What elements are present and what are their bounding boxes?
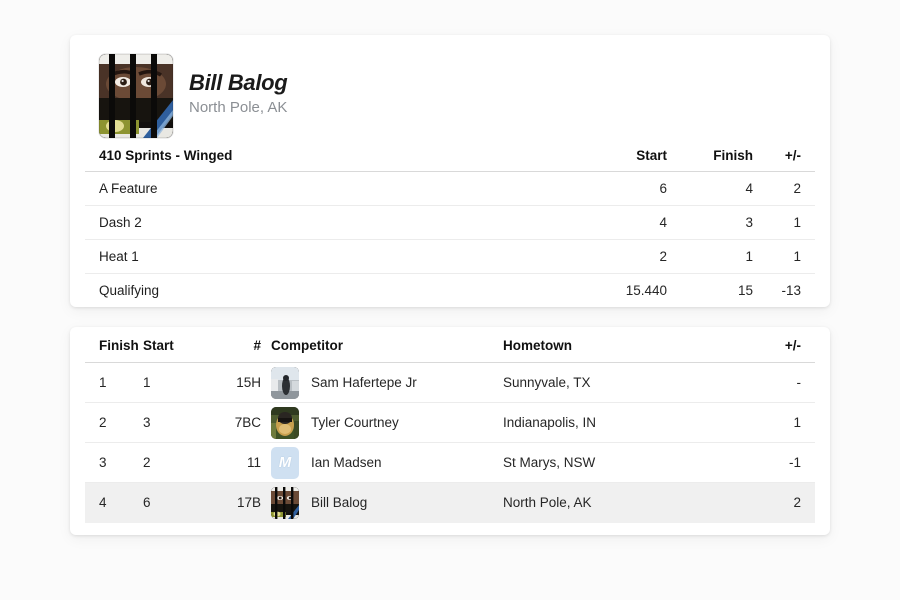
results-col-finish[interactable]: Finish bbox=[85, 327, 143, 363]
stats-start: 2 bbox=[547, 239, 667, 274]
result-competitor-cell[interactable]: M Ian Madsen bbox=[261, 442, 503, 483]
stats-finish: 1 bbox=[667, 239, 753, 274]
stats-plusminus: 2 bbox=[753, 171, 815, 206]
result-plusminus: 1 bbox=[763, 402, 815, 443]
stats-table-body: A Feature 6 4 2 Dash 2 4 3 1 Heat 1 2 1 … bbox=[85, 171, 815, 308]
table-row[interactable]: 3 2 11 M Ian Madsen St Marys, NSW -1 bbox=[85, 442, 815, 483]
result-start: 2 bbox=[143, 442, 205, 483]
result-hometown: Sunnyvale, TX bbox=[503, 362, 763, 403]
stats-col-finish[interactable]: Finish bbox=[667, 139, 753, 172]
table-row[interactable]: 2 3 7BC Tyler Courtney Indianapolis, IN … bbox=[85, 402, 815, 443]
result-plusminus: -1 bbox=[763, 442, 815, 483]
driver-name: Bill Balog bbox=[189, 70, 288, 96]
results-table: Finish Start # Competitor Hometown +/- 1… bbox=[85, 327, 815, 523]
stats-row[interactable]: A Feature 6 4 2 bbox=[85, 171, 815, 206]
results-col-number[interactable]: # bbox=[205, 327, 261, 363]
result-start: 6 bbox=[143, 482, 205, 523]
result-car-number: 11 bbox=[205, 442, 261, 483]
stats-row[interactable]: Qualifying 15.440 15 -13 bbox=[85, 274, 815, 308]
stats-session-name: Heat 1 bbox=[85, 239, 547, 274]
result-competitor-cell[interactable]: Sam Hafertepe Jr bbox=[261, 362, 503, 403]
page-root: Bill Balog North Pole, AK 410 Sprints - … bbox=[0, 0, 900, 600]
stats-finish: 4 bbox=[667, 171, 753, 206]
result-competitor-cell[interactable]: Tyler Courtney bbox=[261, 402, 503, 443]
stats-table-wrap: 410 Sprints - Winged Start Finish +/- A … bbox=[70, 139, 830, 307]
stats-session-name: Dash 2 bbox=[85, 205, 547, 240]
table-row[interactable]: 4 6 17B Bill Balog North Pole, AK 2 bbox=[85, 482, 815, 523]
profile-text-block: Bill Balog North Pole, AK bbox=[189, 70, 288, 120]
result-car-number: 7BC bbox=[205, 402, 261, 443]
results-table-wrap: Finish Start # Competitor Hometown +/- 1… bbox=[70, 327, 830, 523]
result-start: 1 bbox=[143, 362, 205, 403]
results-col-plusminus[interactable]: +/- bbox=[763, 327, 815, 363]
stats-start: 15.440 bbox=[625, 283, 667, 298]
stats-session-name: A Feature bbox=[85, 171, 547, 206]
stats-table: 410 Sprints - Winged Start Finish +/- A … bbox=[85, 139, 815, 307]
results-table-head: Finish Start # Competitor Hometown +/- bbox=[85, 327, 815, 363]
driver-profile-card: Bill Balog North Pole, AK 410 Sprints - … bbox=[70, 35, 830, 307]
race-results-card: Finish Start # Competitor Hometown +/- 1… bbox=[70, 327, 830, 535]
results-col-start[interactable]: Start bbox=[143, 327, 205, 363]
competitor-avatar bbox=[271, 406, 299, 439]
stats-plusminus: -13 bbox=[781, 283, 801, 298]
competitor-avatar-placeholder: M bbox=[271, 446, 299, 479]
stats-row[interactable]: Heat 1 2 1 1 bbox=[85, 239, 815, 274]
results-table-body: 1 1 15H Sam Hafertepe Jr Sunnyvale, TX -… bbox=[85, 362, 815, 523]
table-row[interactable]: 1 1 15H Sam Hafertepe Jr Sunnyvale, TX - bbox=[85, 362, 815, 403]
stats-finish: 3 bbox=[667, 205, 753, 240]
stats-session-name: Qualifying bbox=[99, 283, 160, 298]
result-start: 3 bbox=[143, 402, 205, 443]
competitor-avatar bbox=[271, 366, 299, 399]
stats-row[interactable]: Dash 2 4 3 1 bbox=[85, 205, 815, 240]
result-hometown: Indianapolis, IN bbox=[503, 402, 763, 443]
competitor-name: Tyler Courtney bbox=[311, 415, 399, 430]
stats-col-start[interactable]: Start bbox=[547, 139, 667, 172]
result-competitor-cell[interactable]: Bill Balog bbox=[261, 482, 503, 523]
results-col-hometown[interactable]: Hometown bbox=[503, 327, 763, 363]
result-hometown: St Marys, NSW bbox=[503, 442, 763, 483]
competitor-avatar bbox=[271, 486, 299, 519]
stats-table-head: 410 Sprints - Winged Start Finish +/- bbox=[85, 139, 815, 172]
driver-hometown: North Pole, AK bbox=[189, 98, 288, 116]
results-header-row: Finish Start # Competitor Hometown +/- bbox=[85, 327, 815, 363]
competitor-name: Bill Balog bbox=[311, 495, 368, 511]
stats-plusminus: 1 bbox=[753, 205, 815, 240]
result-car-number: 17B bbox=[205, 482, 261, 523]
result-finish: 1 bbox=[85, 362, 143, 403]
stats-title: 410 Sprints - Winged bbox=[85, 139, 547, 172]
competitor-name: Ian Madsen bbox=[311, 455, 382, 470]
competitor-name: Sam Hafertepe Jr bbox=[311, 375, 417, 390]
result-finish: 4 bbox=[85, 482, 143, 523]
result-car-number: 15H bbox=[205, 362, 261, 403]
stats-finish: 15 bbox=[737, 283, 753, 298]
stats-start: 4 bbox=[547, 205, 667, 240]
result-plusminus: - bbox=[763, 362, 815, 403]
result-finish: 2 bbox=[85, 402, 143, 443]
stats-col-plusminus[interactable]: +/- bbox=[753, 139, 815, 172]
profile-header: Bill Balog North Pole, AK bbox=[70, 35, 830, 139]
driver-avatar bbox=[99, 53, 173, 138]
stats-start: 6 bbox=[547, 171, 667, 206]
result-hometown: North Pole, AK bbox=[503, 482, 763, 523]
result-finish: 3 bbox=[85, 442, 143, 483]
result-plusminus: 2 bbox=[763, 482, 815, 523]
results-col-competitor[interactable]: Competitor bbox=[261, 327, 503, 363]
stats-plusminus: 1 bbox=[753, 239, 815, 274]
stats-header-row: 410 Sprints - Winged Start Finish +/- bbox=[85, 139, 815, 172]
